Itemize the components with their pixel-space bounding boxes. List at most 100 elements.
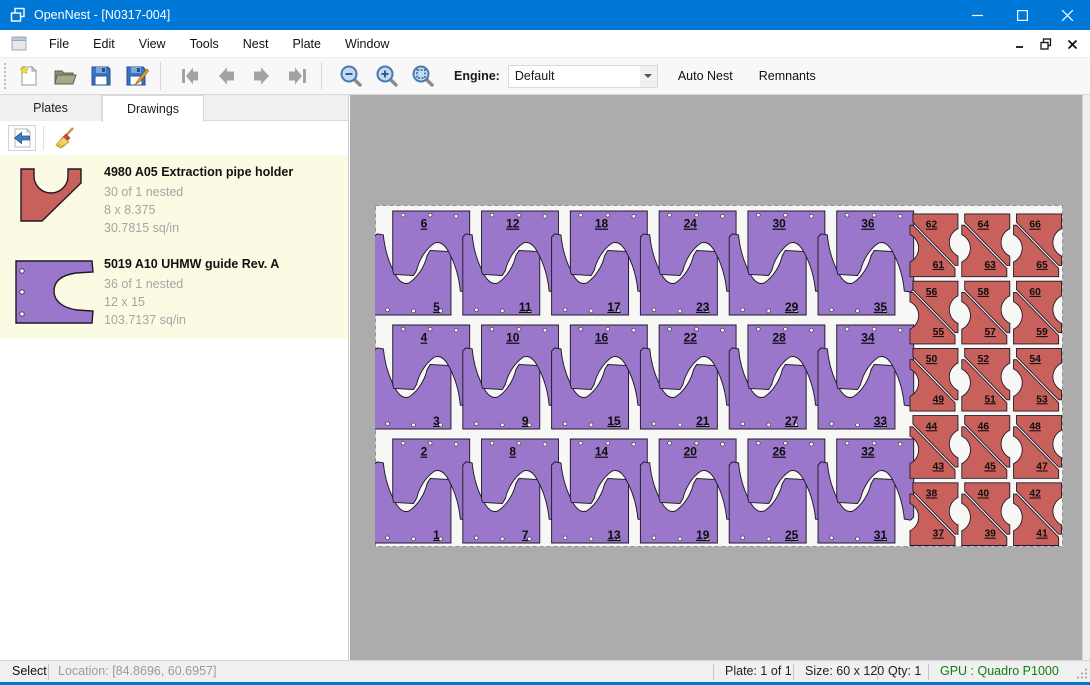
part-number: 20 [684, 445, 698, 459]
part-number: 37 [933, 529, 945, 540]
first-plate-icon [177, 63, 203, 89]
zoom-out-button[interactable] [336, 61, 366, 91]
status-bar: Select Location: [84.8696, 60.6957] Plat… [0, 660, 1090, 682]
part-number: 63 [984, 260, 996, 271]
zoom-fit-icon [410, 63, 436, 89]
auto-nest-button[interactable]: Auto Nest [672, 64, 739, 88]
menu-view[interactable]: View [127, 32, 178, 56]
part-number: 48 [1029, 421, 1041, 432]
part-number: 36 [861, 217, 875, 231]
save-as-button[interactable] [122, 61, 152, 91]
drawings-toolbar [0, 122, 348, 154]
remnants-button[interactable]: Remnants [753, 64, 822, 88]
part-number: 22 [684, 331, 698, 345]
part-number: 44 [926, 421, 938, 432]
window-title: OpenNest - [N0317-004] [34, 8, 170, 22]
part-number: 46 [978, 421, 990, 432]
statusbar-separator [713, 664, 714, 680]
plate-qty: Qty: 1 [888, 664, 921, 678]
part-number: 4 [421, 331, 428, 345]
part-number: 2 [421, 445, 428, 459]
clean-broom-icon [53, 126, 77, 150]
part-number: 43 [933, 461, 945, 472]
zoom-fit-button[interactable] [408, 61, 438, 91]
engine-combobox[interactable]: Default [508, 65, 658, 88]
menu-edit[interactable]: Edit [81, 32, 127, 56]
resize-grip[interactable] [1076, 667, 1088, 679]
part-number: 5 [433, 300, 440, 314]
previous-plate-button[interactable] [211, 61, 241, 91]
gpu-indicator: GPU : Quadro P1000 [940, 664, 1059, 678]
part-number: 28 [772, 331, 786, 345]
part-number: 38 [926, 489, 938, 500]
plate-count: Plate: 1 of 1 [725, 664, 792, 678]
maximize-icon [1017, 10, 1028, 21]
statusbar-separator [928, 664, 929, 680]
maximize-button[interactable] [1000, 0, 1045, 30]
menu-file[interactable]: File [37, 32, 81, 56]
side-panel: Plates Drawings 4980 A05 Extraction pipe… [0, 95, 349, 660]
menu-plate[interactable]: Plate [280, 32, 333, 56]
part-number: 58 [978, 287, 990, 298]
drawing-size: 8 x 8.375 [104, 201, 338, 219]
drawing-nested-count: 36 of 1 nested [104, 275, 338, 293]
part-number: 41 [1036, 529, 1048, 540]
last-plate-button[interactable] [283, 61, 313, 91]
statusbar-separator [48, 664, 49, 680]
toolbar-separator [160, 62, 161, 90]
part-number: 17 [607, 300, 621, 314]
menu-tools[interactable]: Tools [178, 32, 231, 56]
part-number: 60 [1029, 287, 1041, 298]
mdi-restore-button[interactable] [1036, 34, 1056, 54]
toolbar-separator [321, 62, 322, 90]
next-plate-icon [249, 63, 275, 89]
drawing-item[interactable]: 4980 A05 Extraction pipe holder30 of 1 n… [0, 155, 348, 247]
title-bar: OpenNest - [N0317-004] [0, 0, 1090, 30]
part-number: 26 [772, 445, 786, 459]
clean-broom-button[interactable] [51, 125, 79, 151]
toolbar-grip[interactable] [4, 63, 8, 89]
close-button[interactable] [1045, 0, 1090, 30]
part-number: 16 [595, 331, 609, 345]
part-number: 65 [1036, 260, 1048, 271]
tab-drawings[interactable]: Drawings [102, 95, 204, 122]
part-number: 25 [785, 528, 799, 542]
back-arrow-button[interactable] [8, 125, 36, 151]
mdi-minimize-button[interactable] [1010, 34, 1030, 54]
zoom-in-button[interactable] [372, 61, 402, 91]
canvas-right-scrollbar[interactable] [1082, 95, 1090, 660]
next-plate-button[interactable] [247, 61, 277, 91]
mdi-close-icon [1067, 39, 1078, 50]
red-part-thumbnail [10, 163, 100, 237]
part-number: 45 [984, 461, 996, 472]
part-number: 19 [696, 528, 710, 542]
part-number: 42 [1029, 489, 1041, 500]
mdi-document-icon [11, 36, 27, 51]
save-icon [88, 63, 114, 89]
mdi-restore-icon [1040, 38, 1052, 50]
engine-dropdown-arrow-icon[interactable] [640, 66, 657, 87]
part-number: 23 [696, 300, 710, 314]
nest-canvas[interactable]: 6543211211109871817161514132423222120193… [350, 95, 1090, 660]
zoom-out-icon [338, 63, 364, 89]
part-number: 3 [433, 414, 440, 428]
main-toolbar: Engine: Default Auto Nest Remnants [0, 58, 1090, 95]
plate[interactable]: 6543211211109871817161514132423222120193… [375, 205, 1063, 547]
drawing-area: 103.7137 sq/in [104, 311, 338, 329]
part-number: 53 [1036, 394, 1048, 405]
menu-window[interactable]: Window [333, 32, 401, 56]
part-number: 52 [978, 354, 990, 365]
mdi-close-button[interactable] [1062, 34, 1082, 54]
cursor-location: Location: [84.8696, 60.6957] [58, 664, 216, 678]
first-plate-button[interactable] [175, 61, 205, 91]
save-button[interactable] [86, 61, 116, 91]
part-number: 64 [978, 220, 990, 231]
drawing-nested-count: 30 of 1 nested [104, 183, 338, 201]
open-folder-button[interactable] [50, 61, 80, 91]
drawing-item[interactable]: 5019 A10 UHMW guide Rev. A36 of 1 nested… [0, 247, 348, 339]
menu-nest[interactable]: Nest [231, 32, 281, 56]
minimize-button[interactable] [955, 0, 1000, 30]
new-document-button[interactable] [14, 61, 44, 91]
part-number: 56 [926, 287, 938, 298]
tab-plates[interactable]: Plates [0, 95, 102, 121]
